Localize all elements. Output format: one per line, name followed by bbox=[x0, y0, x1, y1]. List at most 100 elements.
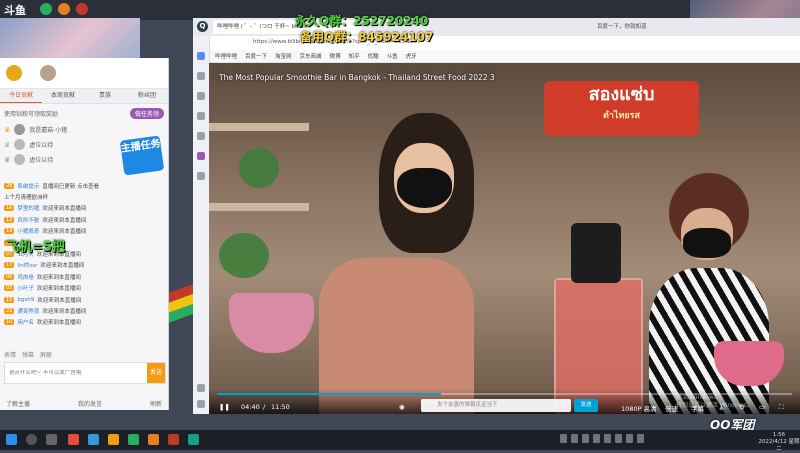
emoji-button[interactable]: 表情 bbox=[4, 350, 16, 359]
star-icon[interactable] bbox=[197, 52, 205, 60]
tab-fans[interactable]: 粉丝团 bbox=[126, 89, 168, 103]
browser-tab[interactable]: 百度一下，你就知道 bbox=[593, 20, 701, 34]
settings-icon[interactable] bbox=[197, 400, 205, 408]
search-icon[interactable] bbox=[26, 434, 37, 445]
bookmark-link[interactable]: 斗鱼 bbox=[387, 52, 398, 60]
widescreen-icon[interactable]: ▭ bbox=[759, 403, 765, 411]
app-icon[interactable] bbox=[58, 3, 70, 15]
shelf bbox=[209, 123, 309, 131]
clock-time: 1:56 bbox=[772, 432, 786, 438]
username[interactable]: 小猪佩奇 bbox=[17, 227, 39, 235]
address-bar[interactable]: https://www.bilibili.com/video/BV1...?sp… bbox=[193, 36, 800, 51]
username[interactable]: bgsh9 bbox=[17, 297, 34, 303]
bookmark-link[interactable]: 百度一下 bbox=[245, 52, 267, 60]
browser-sidebar bbox=[193, 36, 210, 414]
tray-icon[interactable] bbox=[560, 434, 567, 443]
list-item: 10 用户名 欢迎来到本直播间 bbox=[0, 317, 168, 328]
bookmark-link[interactable]: 优酷 bbox=[368, 52, 379, 60]
plant bbox=[219, 233, 269, 278]
apps-icon[interactable] bbox=[197, 172, 205, 180]
danmaku-send-button[interactable]: 发送 bbox=[574, 399, 598, 412]
avatar[interactable] bbox=[14, 124, 26, 135]
app-icon[interactable] bbox=[148, 434, 159, 445]
avatar[interactable] bbox=[6, 65, 22, 81]
bookmark-link[interactable]: 虎牙 bbox=[406, 52, 417, 60]
download-icon[interactable] bbox=[197, 92, 205, 100]
shelf bbox=[209, 203, 309, 211]
message-text: 直播间已更新 点击查看 bbox=[42, 183, 100, 190]
avatar[interactable] bbox=[40, 65, 56, 81]
username[interactable]: 通宵熬夜 bbox=[17, 307, 39, 315]
tray-icon[interactable] bbox=[615, 434, 622, 443]
taskview-icon[interactable] bbox=[46, 434, 57, 445]
app-icon[interactable] bbox=[40, 3, 52, 15]
username[interactable]: lin的ssr bbox=[17, 261, 37, 269]
video-player[interactable]: สองแซ่บ ตำไทยรส The Most Popular Smoothi… bbox=[209, 63, 800, 414]
rank-name: 我是蘑菇·小猪 bbox=[29, 127, 68, 134]
plant bbox=[239, 148, 279, 188]
my-messages-link[interactable]: 我的发言 bbox=[78, 399, 102, 408]
pink-bowl bbox=[229, 293, 314, 353]
task-promo-badge[interactable]: 主播任务 bbox=[119, 135, 165, 176]
blender-lid bbox=[571, 223, 621, 283]
game-icon[interactable] bbox=[197, 152, 205, 160]
username[interactable]: 风吹不散 bbox=[17, 216, 39, 224]
pause-icon[interactable]: ❚❚ bbox=[219, 403, 230, 411]
username[interactable]: 梦里的猪 bbox=[17, 204, 39, 212]
app-icon[interactable] bbox=[108, 434, 119, 445]
bookmark-link[interactable]: 京东商城 bbox=[300, 52, 322, 60]
bookmark-link[interactable]: 微博 bbox=[330, 52, 341, 60]
tray-icon[interactable] bbox=[582, 434, 589, 443]
tray-icon[interactable] bbox=[604, 434, 611, 443]
app-icon[interactable] bbox=[128, 434, 139, 445]
add-icon[interactable] bbox=[197, 384, 205, 392]
app-icon[interactable] bbox=[168, 434, 179, 445]
task-button[interactable]: 做任务领 bbox=[129, 107, 164, 119]
gift-tip: 使用钻粉可领取奖励 bbox=[4, 110, 59, 118]
list-item: 06 鸡肉卷 欢迎来到本直播间 bbox=[0, 271, 168, 282]
rank-name: 虚位以待 bbox=[29, 142, 54, 149]
app-icon[interactable] bbox=[68, 434, 79, 445]
tab-daily[interactable]: 今日贡献 bbox=[0, 89, 42, 103]
note-icon[interactable] bbox=[197, 112, 205, 120]
block-button[interactable]: 屏蔽 bbox=[40, 350, 52, 359]
tray-icon[interactable] bbox=[593, 434, 600, 443]
start-icon[interactable] bbox=[6, 434, 17, 445]
about-streamer-link[interactable]: 了解主播 bbox=[6, 399, 30, 408]
bookmark-link[interactable]: 知乎 bbox=[349, 52, 360, 60]
danmaku-toggle-icon[interactable]: ◉ bbox=[399, 403, 405, 411]
history-icon[interactable] bbox=[197, 72, 205, 80]
avatar[interactable] bbox=[14, 139, 26, 150]
tab-weekly[interactable]: 本周贡献 bbox=[42, 89, 84, 103]
app-icon[interactable] bbox=[88, 434, 99, 445]
tray-icon[interactable] bbox=[626, 434, 633, 443]
username[interactable]: 系统提示 bbox=[17, 182, 39, 190]
username[interactable]: 用户名 bbox=[17, 318, 34, 326]
username[interactable]: 鸡肉卷 bbox=[17, 273, 34, 281]
danmaku-button[interactable]: 弹幕 bbox=[22, 350, 34, 359]
app-icon[interactable] bbox=[188, 434, 199, 445]
quality-button[interactable]: 1080P 高清 bbox=[621, 403, 657, 413]
avatar[interactable] bbox=[14, 154, 26, 165]
mail-icon[interactable] bbox=[197, 132, 205, 140]
bookmark-link[interactable]: 哔哩哔哩 bbox=[215, 52, 237, 60]
chat-header bbox=[0, 58, 168, 89]
desktop-wallpaper-art bbox=[0, 18, 140, 58]
chat-toolbar: 表情 弹幕 屏蔽 bbox=[0, 348, 176, 360]
fullscreen-icon[interactable]: ⛶ bbox=[779, 403, 784, 412]
bookmark-link[interactable]: 淘宝网 bbox=[275, 52, 292, 60]
tab-noble[interactable]: 贵族 bbox=[84, 89, 126, 103]
refresh-button[interactable]: 刷新 bbox=[150, 399, 162, 408]
rank-row: ♛ 我是蘑菇·小猪 bbox=[0, 122, 168, 137]
message-text: 欢迎来到本直播间 bbox=[42, 308, 87, 315]
danmaku-input[interactable]: 发个友善的弹幕见证当下 bbox=[421, 399, 571, 412]
username[interactable]: 小叶子 bbox=[17, 284, 34, 292]
chat-input[interactable] bbox=[5, 370, 147, 376]
list-item: 上个月清理欧洲杯 bbox=[0, 191, 168, 202]
send-button[interactable]: 发送 bbox=[147, 363, 165, 383]
tray-icon[interactable] bbox=[571, 434, 578, 443]
browser-logo-icon[interactable]: Q bbox=[197, 21, 208, 32]
app-icon[interactable] bbox=[76, 3, 88, 15]
backup-group-overlay: 备用Q群：845924107 bbox=[300, 30, 434, 44]
tray-icon[interactable] bbox=[637, 434, 644, 443]
